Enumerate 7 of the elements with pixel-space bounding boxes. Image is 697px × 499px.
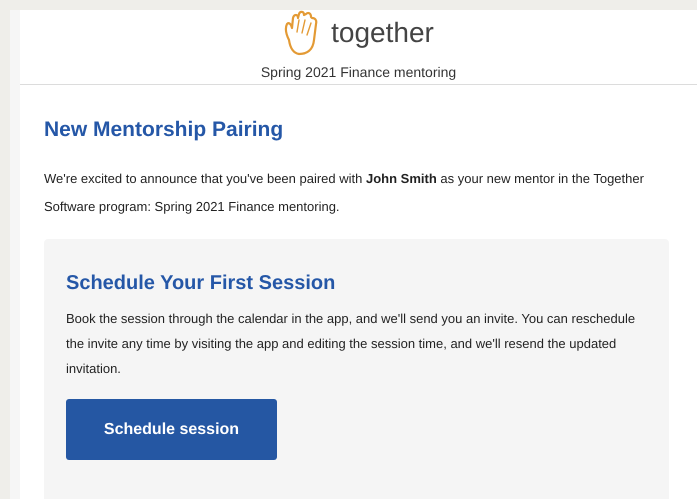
intro-paragraph: We're excited to announce that you've been paired with John Smith as your new mentor in the Together Software program: Spring 2021 Finance mentoring. xyxy=(44,170,645,216)
program-subtitle: Spring 2021 Finance mentoring xyxy=(260,63,456,82)
logo-text: together xyxy=(331,19,434,48)
email-title: New Mentorship Pairing xyxy=(44,116,284,143)
card-body-text: Book the session through the calendar in the app, and we'll send you an invite. You can reschedule the invite any time by visiting the app and editing the session time, and we'll resend the updated invitation. xyxy=(66,310,636,378)
schedule-session-button[interactable]: Schedule session xyxy=(66,399,277,460)
card-title: Schedule Your First Session xyxy=(66,271,336,296)
